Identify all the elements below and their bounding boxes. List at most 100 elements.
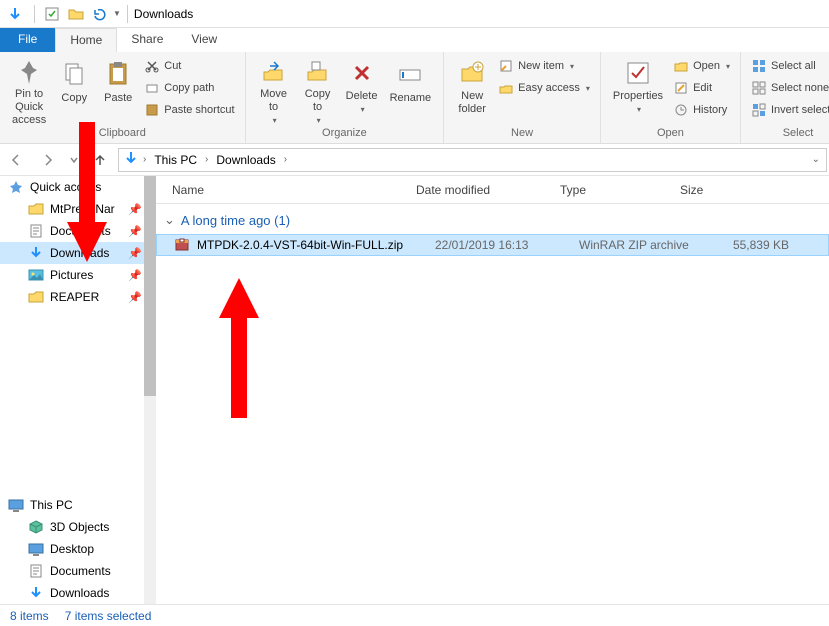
pin-quick-access-button[interactable]: Pin to Quick access — [6, 54, 52, 120]
breadcrumb-downloads[interactable]: Downloads — [212, 153, 279, 167]
sidebar-item-reaper[interactable]: REAPER📌 — [0, 286, 156, 308]
file-row[interactable]: MTPDK-2.0.4-VST-64bit-Win-FULL.zip 22/01… — [156, 234, 829, 256]
chevron-down-icon: ⌄ — [164, 212, 175, 228]
nav-bar: › This PC › Downloads › ⌄ — [0, 144, 829, 176]
col-name[interactable]: Name — [172, 183, 416, 197]
properties-icon — [622, 58, 654, 88]
copy-path-icon — [144, 80, 160, 96]
star-icon — [8, 179, 24, 195]
chevron-right-icon[interactable]: › — [282, 154, 289, 165]
zip-icon — [173, 236, 191, 254]
annotation-arrow — [214, 268, 264, 418]
easy-access-button[interactable]: Easy access▾ — [498, 78, 590, 98]
select-all-button[interactable]: Select all — [751, 56, 829, 76]
paste-icon — [102, 58, 134, 90]
chevron-down-icon[interactable]: ⌄ — [810, 154, 822, 165]
col-type[interactable]: Type — [560, 183, 680, 197]
copy-path-button[interactable]: Copy path — [144, 78, 234, 98]
ribbon-group-organize: Move to▾ Copy to▾ Delete▾ Rename Organiz… — [246, 52, 445, 143]
annotation-arrow — [62, 122, 112, 272]
breadcrumb-pc[interactable]: This PC — [150, 153, 201, 167]
rename-icon — [394, 58, 426, 90]
invert-selection-button[interactable]: Invert selection — [751, 100, 829, 120]
address-bar[interactable]: › This PC › Downloads › ⌄ — [118, 148, 827, 172]
3d-objects-icon — [28, 519, 44, 535]
copy-to-button[interactable]: Copy to▾ — [296, 54, 340, 120]
history-icon — [673, 102, 689, 118]
back-button[interactable] — [2, 146, 30, 174]
pin-icon: 📌 — [128, 203, 142, 216]
forward-button[interactable] — [34, 146, 62, 174]
separator — [127, 5, 128, 23]
sidebar-pc-desktop[interactable]: Desktop — [0, 538, 156, 560]
chevron-right-icon[interactable]: › — [203, 154, 210, 165]
tab-home[interactable]: Home — [55, 28, 117, 52]
properties-button[interactable]: Properties▾ — [607, 54, 669, 120]
pictures-icon — [28, 267, 44, 283]
history-button[interactable]: History — [673, 100, 730, 120]
delete-icon — [346, 58, 378, 88]
sidebar-this-pc[interactable]: This PC — [0, 494, 156, 516]
select-none-button[interactable]: Select none — [751, 78, 829, 98]
group-header[interactable]: ⌄ A long time ago (1) — [156, 204, 829, 234]
column-headers[interactable]: Name Date modified Type Size — [156, 176, 829, 204]
ribbon-tabs: File Home Share View — [0, 28, 829, 52]
cut-icon — [144, 58, 160, 74]
ribbon-group-new: New folder New item▾ Easy access▾ New — [444, 52, 601, 143]
scrollbar-thumb[interactable] — [144, 176, 156, 396]
edit-icon — [673, 80, 689, 96]
title-bar: ▼ Downloads — [0, 0, 829, 28]
chevron-right-icon[interactable]: › — [141, 154, 148, 165]
tab-share[interactable]: Share — [117, 28, 177, 52]
select-none-icon — [751, 80, 767, 96]
pin-icon: 📌 — [128, 225, 142, 238]
col-date[interactable]: Date modified — [416, 183, 560, 197]
copy-button[interactable]: Copy — [52, 54, 96, 120]
pin-icon: 📌 — [128, 247, 142, 260]
tab-file[interactable]: File — [0, 28, 55, 52]
file-date: 22/01/2019 16:13 — [435, 238, 579, 252]
new-folder-icon — [456, 58, 488, 88]
edit-button[interactable]: Edit — [673, 78, 730, 98]
delete-button[interactable]: Delete▾ — [340, 54, 384, 120]
paste-shortcut-icon — [144, 102, 160, 118]
sidebar-pc-downloads[interactable]: Downloads — [0, 582, 156, 604]
copy-icon — [58, 58, 90, 90]
move-to-button[interactable]: Move to▾ — [252, 54, 296, 120]
open-button[interactable]: Open▾ — [673, 56, 730, 76]
file-type: WinRAR ZIP archive — [579, 238, 699, 252]
paste-shortcut-button[interactable]: Paste shortcut — [144, 100, 234, 120]
sidebar-pc-documents[interactable]: Documents — [0, 560, 156, 582]
status-selected: 7 items selected — [65, 609, 152, 623]
qat-folder-icon[interactable] — [65, 3, 87, 25]
easy-access-icon — [498, 80, 514, 96]
computer-icon — [8, 497, 24, 513]
status-items: 8 items — [10, 609, 49, 623]
ribbon: Pin to Quick access Copy Paste Cut Copy … — [0, 52, 829, 144]
move-to-icon — [258, 58, 290, 86]
rename-button[interactable]: Rename — [384, 54, 438, 120]
scrollbar[interactable] — [144, 176, 156, 604]
select-all-icon — [751, 58, 767, 74]
paste-button[interactable]: Paste — [96, 54, 140, 120]
download-icon — [28, 245, 44, 261]
pin-icon: 📌 — [128, 291, 142, 304]
qat-properties-icon[interactable] — [41, 3, 63, 25]
new-item-button[interactable]: New item▾ — [498, 56, 590, 76]
undo-icon[interactable] — [89, 3, 111, 25]
ribbon-group-open: Properties▾ Open▾ Edit History Open — [601, 52, 741, 143]
new-folder-button[interactable]: New folder — [450, 54, 494, 120]
tab-view[interactable]: View — [177, 28, 231, 52]
cut-button[interactable]: Cut — [144, 56, 234, 76]
ribbon-group-clipboard: Pin to Quick access Copy Paste Cut Copy … — [0, 52, 246, 143]
download-icon — [28, 585, 44, 601]
folder-icon — [28, 201, 44, 217]
folder-icon — [123, 150, 139, 169]
window-title: Downloads — [134, 7, 193, 21]
app-icon[interactable] — [4, 3, 26, 25]
file-name: MTPDK-2.0.4-VST-64bit-Win-FULL.zip — [197, 238, 435, 252]
col-size[interactable]: Size — [680, 183, 829, 197]
sidebar-pc-3d-objects[interactable]: 3D Objects — [0, 516, 156, 538]
pin-icon — [13, 58, 45, 86]
copy-to-icon — [302, 58, 334, 86]
